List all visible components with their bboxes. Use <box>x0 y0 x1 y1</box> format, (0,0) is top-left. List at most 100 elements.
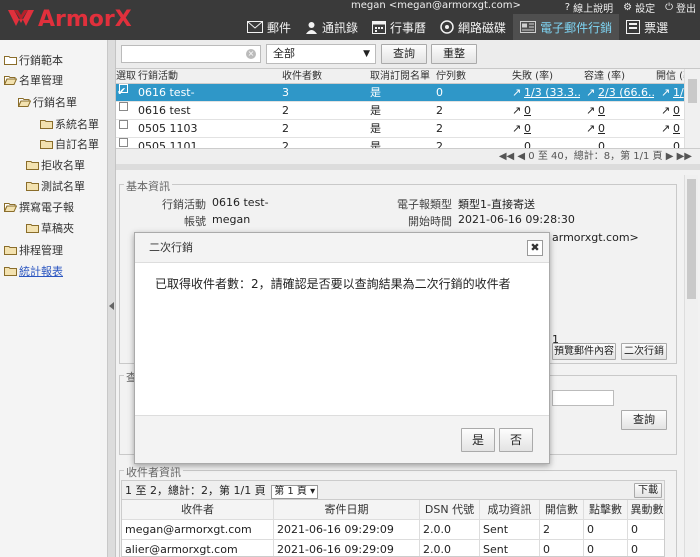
brand-name: ArmorX <box>38 6 132 32</box>
table-row[interactable]: 0505 1103 2 是 2 ↗ 0 ↗ 0 ↗ 0 <box>116 120 684 138</box>
close-icon[interactable]: ✖ <box>527 240 543 256</box>
disk-icon <box>440 20 454 34</box>
second-marketing-dialog: 二次行銷 ✖ 已取得收件者數：2，請確認是否要以查詢結果為二次行銷的收件者 是 … <box>134 232 550 464</box>
marketing-icon <box>520 21 537 33</box>
recipients-table: 1 至 2，總計：2，第 1/1 頁 第 1 頁 ▾ 下載 收件者 寄件日期 D… <box>121 480 665 557</box>
folder-open-icon <box>3 75 18 85</box>
sidebar-item-schedule[interactable]: 排程管理 <box>4 242 63 258</box>
external-link-icon: ↗ <box>661 122 671 135</box>
row-checkbox[interactable] <box>119 138 128 147</box>
scrollbar-thumb[interactable] <box>688 79 697 103</box>
query-field[interactable] <box>552 390 614 406</box>
sidebar-item-system-list[interactable]: 系統名單 <box>40 116 99 132</box>
tab-network-disk[interactable]: 網路磁碟 <box>433 14 513 40</box>
brand-logo[interactable]: ArmorX <box>6 4 132 34</box>
row-checkbox[interactable] <box>119 102 128 111</box>
preview-mail-button[interactable]: 預覽郵件內容 <box>552 343 616 360</box>
table-row[interactable]: 0616 test 2 是 2 ↗ 0 ↗ 0 ↗ 0 <box>116 102 684 120</box>
sidebar-item-custom-list[interactable]: 自訂名單 <box>40 136 99 152</box>
table-row[interactable]: alier@armorxgt.com 2021-06-16 09:29:09 2… <box>122 540 664 556</box>
calendar-icon <box>372 21 387 34</box>
sidebar-item-drafts[interactable]: 草稿夾 <box>26 220 74 236</box>
main-nav: 郵件 通訊錄 行事曆 網路磁碟 電子郵件行銷 票選 <box>240 14 675 40</box>
detail-scrollbar[interactable] <box>684 175 698 557</box>
row-checkbox[interactable] <box>119 120 128 129</box>
vote-icon <box>626 20 641 34</box>
settings-link[interactable]: ⚙ 設定 <box>623 0 655 15</box>
sidebar-item-templates[interactable]: 行銷範本 <box>4 52 63 68</box>
search-input[interactable]: × <box>121 45 261 63</box>
table-row[interactable]: megan@armorxgt.com 2021-06-16 09:29:09 2… <box>122 520 664 540</box>
dialog-header[interactable]: 二次行銷 ✖ <box>135 233 549 263</box>
reset-button[interactable]: 重整 <box>431 44 477 64</box>
question-icon: ? <box>564 2 571 13</box>
check-icon: ✔ <box>117 85 127 98</box>
table-scrollbar[interactable] <box>684 69 700 149</box>
external-link-icon: ↗ <box>512 104 522 117</box>
collapse-arrow-icon[interactable] <box>109 302 114 310</box>
current-user: megan <megan@armorxgt.com> <box>351 0 521 11</box>
yes-button[interactable]: 是 <box>461 428 495 452</box>
mail-icon <box>247 21 263 33</box>
tab-calendar[interactable]: 行事曆 <box>365 14 433 40</box>
logout-link[interactable]: ⏻ 登出 <box>665 0 696 15</box>
filter-select[interactable]: 全部 ▼ <box>266 44 376 64</box>
top-header: ArmorX megan <megan@armorxgt.com> ? 線上說明… <box>0 0 700 40</box>
dialog-title: 二次行銷 <box>149 241 193 254</box>
folder-icon <box>4 266 17 276</box>
basic-info-legend: 基本資訊 <box>124 178 172 194</box>
help-link[interactable]: ? 線上說明 <box>565 0 613 15</box>
top-links: ? 線上說明 ⚙ 設定 ⏻ 登出 <box>565 0 696 15</box>
download-button[interactable]: 下載 <box>634 483 662 498</box>
sidebar-splitter[interactable] <box>108 40 116 557</box>
query-button[interactable]: 查詢 <box>621 410 667 430</box>
folder-icon <box>40 119 53 129</box>
sidebar-item-list-mgmt[interactable]: 名單管理 <box>3 72 63 88</box>
folder-icon <box>4 245 17 255</box>
search-toolbar: × 全部 ▼ 查詢 重整 <box>116 40 700 68</box>
type-value: 類型1-直接寄送 <box>458 198 535 211</box>
chevron-down-icon: ▼ <box>363 49 370 59</box>
campaign-pager: ◀◀ ◀ 0 至 40，總計：8，第 1/1 頁 ▶ ▶▶ <box>116 148 700 164</box>
sidebar-item-marketing-list[interactable]: 行銷名單 <box>17 94 77 110</box>
sidebar-item-reject-list[interactable]: 拒收名單 <box>26 157 85 173</box>
contacts-icon <box>306 21 318 34</box>
sidebar-item-compose[interactable]: 撰寫電子報 <box>3 199 74 215</box>
page-select[interactable]: 第 1 頁 ▾ <box>271 485 319 499</box>
external-link-icon: ↗ <box>586 86 596 99</box>
external-link-icon: ↗ <box>586 104 596 117</box>
folder-icon <box>26 160 39 170</box>
sidebar-item-test-list[interactable]: 測試名單 <box>26 178 85 194</box>
search-button[interactable]: 查詢 <box>381 44 427 64</box>
recipients-header: 收件者 寄件日期 DSN 代號 成功資訊 開信數 點擊數 異動數 <box>122 500 664 520</box>
folder-icon <box>4 55 17 65</box>
tab-email-marketing[interactable]: 電子郵件行銷 <box>513 14 620 40</box>
table-row[interactable]: ✔ 0616 test- 3 是 0 ↗ 1/3 (33.3... ↗ 2/3 … <box>116 84 684 102</box>
power-icon: ⏻ <box>665 2 673 13</box>
gear-icon: ⚙ <box>623 2 633 13</box>
table-header: 選取 行銷活動 收件者數 取消訂閱名單 佇列數 失敗 (率) 容達 (率) 開信… <box>116 69 697 84</box>
folder-icon <box>40 139 53 149</box>
sender-value: armorxgt.com> <box>552 231 639 244</box>
external-link-icon: ↗ <box>512 122 522 135</box>
account-value: megan <box>212 213 251 226</box>
start-time-value: 2021-06-16 09:28:30 <box>458 213 575 226</box>
scrollbar-thumb[interactable] <box>687 179 696 299</box>
folder-icon <box>26 181 39 191</box>
folder-open-icon <box>17 97 32 107</box>
second-marketing-button[interactable]: 二次行銷 <box>621 343 667 360</box>
external-link-icon: ↗ <box>661 104 671 117</box>
armorx-logo-icon <box>8 10 34 26</box>
dialog-message: 已取得收件者數：2，請確認是否要以查詢結果為二次行銷的收件者 <box>155 277 511 291</box>
pager-nav-icons[interactable]: ◀◀ ◀ <box>499 151 528 162</box>
pager-nav-icons-next[interactable]: ▶ ▶▶ <box>666 151 692 162</box>
sidebar-item-reports[interactable]: 統計報表 <box>4 263 63 279</box>
tab-mail[interactable]: 郵件 <box>240 14 298 40</box>
external-link-icon: ↗ <box>512 86 522 99</box>
clear-icon[interactable]: × <box>246 49 256 59</box>
no-button[interactable]: 否 <box>499 428 533 452</box>
tab-contacts[interactable]: 通訊錄 <box>298 14 365 40</box>
campaign-value: 0616 test- <box>212 196 269 209</box>
tab-vote[interactable]: 票選 <box>619 14 675 40</box>
sidebar-tree: 行銷範本 名單管理 行銷名單 系統名單 自訂名單 拒收名單 測試名單 撰寫電子報… <box>0 40 108 557</box>
